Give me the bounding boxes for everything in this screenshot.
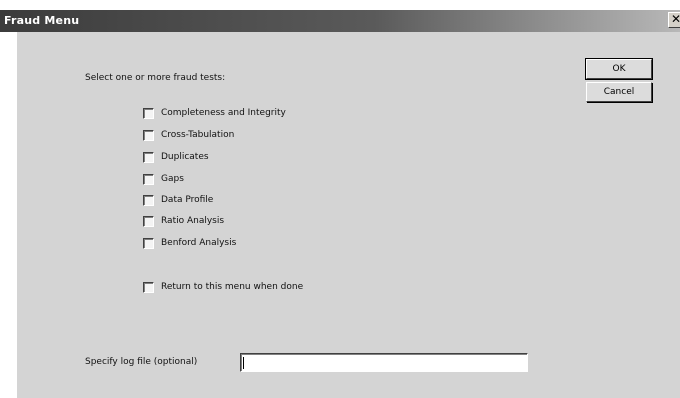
- checkbox-benford-analysis[interactable]: Benford Analysis: [143, 236, 236, 250]
- checkbox-ratio-analysis[interactable]: Ratio Analysis: [143, 214, 224, 228]
- checkbox-data-profile[interactable]: Data Profile: [143, 193, 213, 207]
- checkbox-box[interactable]: [143, 107, 154, 119]
- checkbox-box[interactable]: [143, 173, 154, 185]
- checkbox-label: Data Profile: [161, 195, 214, 205]
- checkbox-duplicates[interactable]: Duplicates: [143, 150, 209, 164]
- close-button[interactable]: ✕: [668, 12, 680, 28]
- ok-button[interactable]: OK: [585, 58, 653, 80]
- checkbox-label: Return to this menu when done: [161, 282, 304, 292]
- dialog-client-area: [17, 32, 680, 398]
- log-file-label: Specify log file (optional): [85, 357, 198, 367]
- checkbox-box[interactable]: [143, 194, 154, 206]
- prompt-label: Select one or more fraud tests:: [85, 73, 226, 83]
- checkbox-box[interactable]: [143, 151, 154, 163]
- close-icon: ✕: [671, 12, 680, 26]
- checkbox-return-to-menu[interactable]: Return to this menu when done: [143, 280, 303, 294]
- fraud-menu-window: Fraud Menu ✕ Select one or more fraud te…: [0, 0, 680, 398]
- checkbox-label: Gaps: [161, 174, 184, 184]
- checkbox-completeness-and-integrity[interactable]: Completeness and Integrity: [143, 106, 286, 120]
- checkbox-cross-tabulation[interactable]: Cross-Tabulation: [143, 128, 234, 142]
- checkbox-label: Duplicates: [161, 152, 209, 162]
- checkbox-label: Benford Analysis: [161, 238, 237, 248]
- window-title: Fraud Menu: [4, 14, 80, 27]
- text-caret: [243, 357, 244, 369]
- checkbox-gaps[interactable]: Gaps: [143, 172, 184, 186]
- checkbox-label: Cross-Tabulation: [161, 130, 235, 140]
- checkbox-label: Ratio Analysis: [161, 216, 225, 226]
- checkbox-box[interactable]: [143, 129, 154, 141]
- checkbox-label: Completeness and Integrity: [161, 108, 286, 118]
- title-bar[interactable]: Fraud Menu ✕: [0, 10, 680, 32]
- checkbox-box[interactable]: [143, 281, 154, 293]
- checkbox-box[interactable]: [143, 237, 154, 249]
- log-file-input[interactable]: [240, 353, 528, 372]
- cancel-button[interactable]: Cancel: [586, 82, 652, 102]
- checkbox-box[interactable]: [143, 215, 154, 227]
